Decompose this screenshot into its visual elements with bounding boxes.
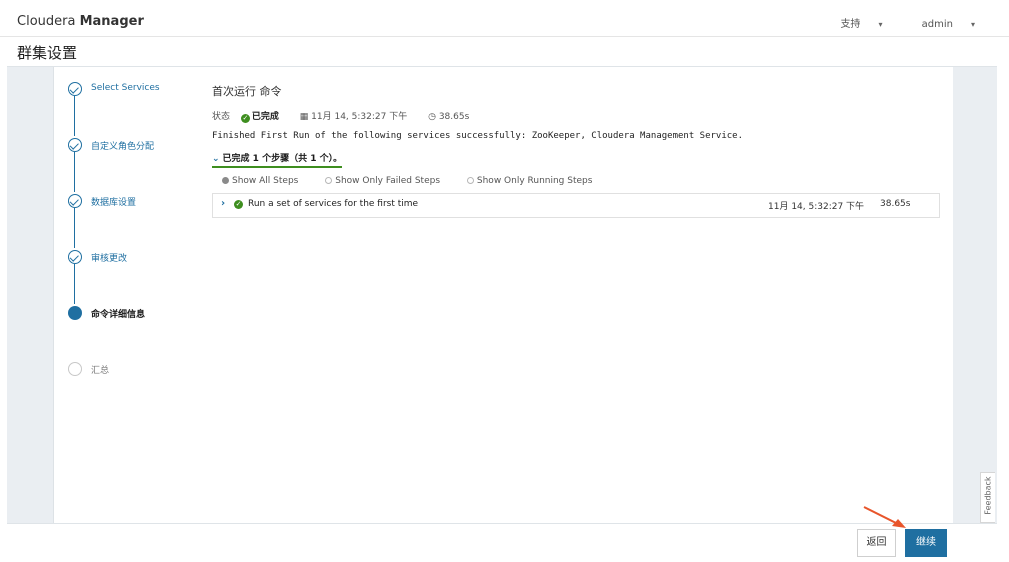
wizard-steps: Select Services 自定义角色分配 数据库设置 审核更改 命令详细信… — [53, 67, 198, 523]
filter-label: Show Only Running Steps — [476, 176, 593, 186]
step-complete-icon — [68, 138, 82, 152]
step-label: 数据库设置 — [91, 198, 137, 208]
steps-summary-text: 已完成 1 个步骤（共 1 个）。 — [222, 154, 343, 164]
annotation-arrow-icon — [863, 506, 906, 528]
step-label: 审核更改 — [91, 254, 128, 264]
command-details-panel: 首次运行 命令 状态 ✓ 已完成 ▦ 11月 14, 5:32:27 下午 ◷ 3… — [197, 67, 953, 523]
wizard-container: Select Services 自定义角色分配 数据库设置 审核更改 命令详细信… — [7, 66, 997, 524]
check-circle-icon: ✓ — [234, 200, 243, 209]
continue-button[interactable]: 继续 — [905, 529, 947, 557]
step-label: 汇总 — [91, 366, 110, 376]
radio-selected-icon — [222, 177, 229, 184]
step-complete-icon — [68, 250, 82, 264]
command-result-message: Finished First Run of the following serv… — [212, 131, 744, 141]
step-label: 自定义角色分配 — [91, 142, 155, 152]
chevron-down-icon: ⌄ — [212, 154, 220, 164]
feedback-tab[interactable]: Feedback — [980, 472, 995, 523]
step-connector — [74, 264, 75, 304]
clock-icon: ◷ — [428, 112, 436, 122]
step-label: 命令详细信息 — [91, 310, 146, 320]
step-duration: 38.65s — [880, 199, 911, 209]
feedback-label: Feedback — [983, 476, 993, 515]
back-button[interactable]: 返回 — [857, 529, 896, 557]
step-connector — [74, 96, 75, 136]
step-current-icon — [68, 306, 82, 320]
radio-unselected-icon — [466, 177, 474, 184]
brand-suffix: Manager — [79, 14, 144, 29]
top-nav: 支持 ▾ admin ▾ — [804, 15, 975, 30]
duration: 38.65s — [438, 112, 470, 122]
filter-label: Show All Steps — [232, 176, 299, 186]
step-filter-group: Show All Steps Show Only Failed Steps Sh… — [222, 176, 616, 186]
app-logo[interactable]: Cloudera Manager — [17, 14, 144, 29]
start-time: 11月 14, 5:32:27 下午 — [311, 112, 408, 122]
step-connector — [74, 208, 75, 248]
status-label: 状态 — [212, 112, 231, 122]
step-complete-icon — [68, 82, 82, 96]
caret-down-icon: ▾ — [878, 20, 883, 29]
steps-summary-toggle[interactable]: ⌄ 已完成 1 个步骤（共 1 个）。 — [212, 151, 343, 168]
step-time: 11月 14, 5:32:27 下午 — [768, 202, 865, 212]
filter-show-running-steps[interactable]: Show Only Running Steps — [466, 176, 593, 186]
brand-prefix: Cloudera — [17, 14, 76, 29]
top-bar: Cloudera Manager 支持 ▾ admin ▾ — [0, 6, 1009, 37]
step-complete-icon — [68, 194, 82, 208]
user-menu[interactable]: admin ▾ — [904, 19, 975, 30]
step-name: Run a set of services for the first time — [248, 199, 419, 209]
support-menu[interactable]: 支持 ▾ — [822, 19, 882, 30]
chevron-right-icon[interactable]: › — [221, 198, 225, 209]
filter-label: Show Only Failed Steps — [335, 176, 441, 186]
radio-unselected-icon — [325, 177, 333, 184]
support-menu-label: 支持 — [840, 19, 861, 30]
step-pending-icon — [68, 362, 82, 376]
page-title: 群集设置 — [17, 44, 78, 62]
step-label: Select Services — [91, 83, 160, 93]
filter-show-failed-steps[interactable]: Show Only Failed Steps — [325, 176, 440, 186]
status-badge: ✓ 已完成 — [240, 112, 279, 123]
check-circle-icon: ✓ — [240, 114, 250, 123]
status-value: 已完成 — [251, 112, 279, 122]
step-connector — [74, 152, 75, 192]
command-status-line: 状态 ✓ 已完成 ▦ 11月 14, 5:32:27 下午 ◷ 38.65s — [212, 109, 469, 123]
caret-down-icon: ▾ — [970, 20, 975, 29]
command-step-row[interactable]: › ✓ Run a set of services for the first … — [212, 193, 940, 218]
calendar-icon: ▦ — [299, 112, 309, 122]
command-title: 首次运行 命令 — [212, 85, 282, 98]
user-menu-label: admin — [921, 19, 953, 30]
filter-show-all-steps[interactable]: Show All Steps — [222, 176, 298, 186]
